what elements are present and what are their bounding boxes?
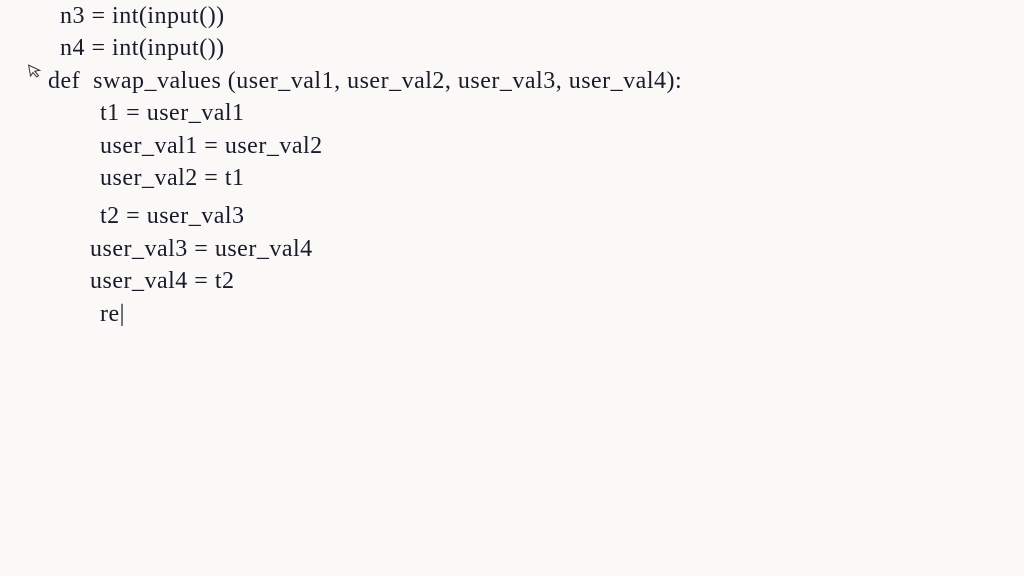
code-line: t1 = user_val1 xyxy=(40,97,984,129)
handwritten-code-block: n3 = int(input()) n4 = int(input()) def … xyxy=(40,0,984,330)
code-line: user_val3 = user_val4 xyxy=(40,233,984,265)
code-line: n4 = int(input()) xyxy=(40,32,984,64)
code-line: user_val4 = t2 xyxy=(40,265,984,297)
cursor-icon xyxy=(26,61,45,84)
code-line: user_val2 = t1 xyxy=(40,162,984,194)
code-line-def: def swap_values (user_val1, user_val2, u… xyxy=(40,65,984,97)
code-line: t2 = user_val3 xyxy=(40,200,984,232)
code-line: n3 = int(input()) xyxy=(40,0,984,32)
code-line: user_val1 = user_val2 xyxy=(40,130,984,162)
code-line: re| xyxy=(40,298,984,330)
